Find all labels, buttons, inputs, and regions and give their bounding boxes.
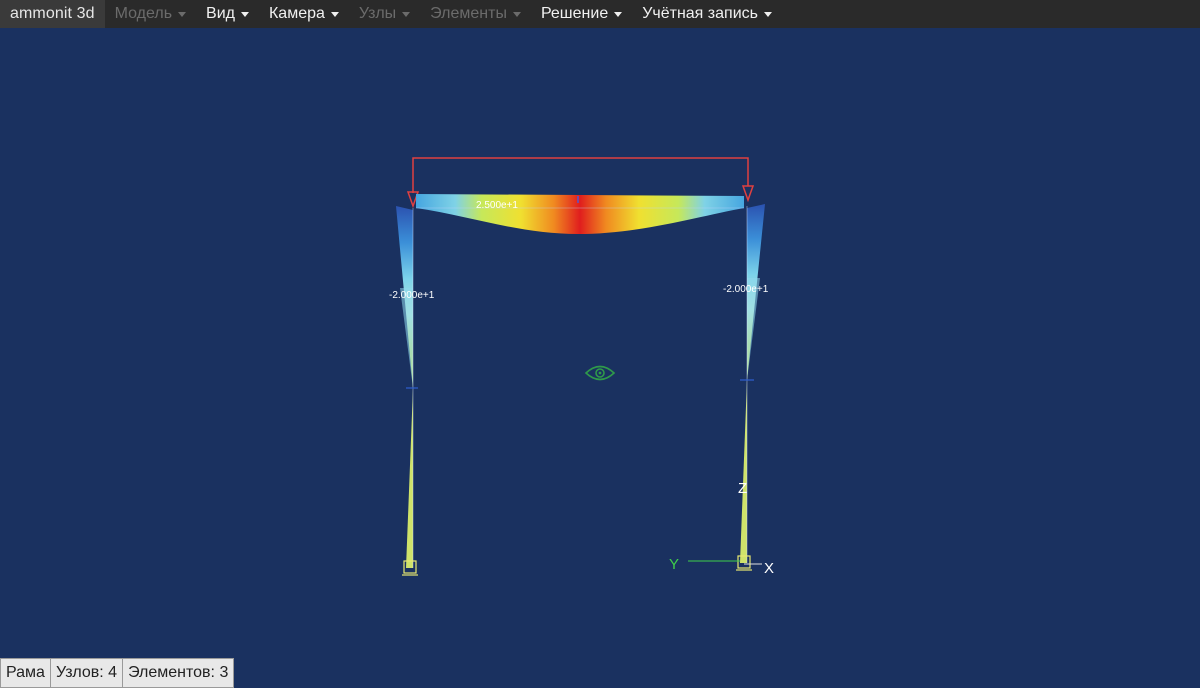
load-arrow-right-icon	[741, 185, 755, 203]
menu-account[interactable]: Учётная запись	[632, 0, 782, 28]
chevron-down-icon	[240, 11, 249, 17]
axis-y-label: Y	[669, 556, 679, 573]
chevron-down-icon	[402, 11, 411, 17]
status-elements-count: Элементов: 3	[122, 658, 235, 688]
left-column-value-label: -2.000e+1	[389, 290, 435, 301]
right-column-moment-diagram	[740, 204, 765, 563]
menu-nodes[interactable]: Узлы	[349, 0, 420, 28]
chevron-down-icon	[763, 11, 772, 17]
menu-camera-label: Камера	[268, 5, 325, 22]
right-column-value-label: -2.000e+1	[723, 284, 769, 295]
axis-x-label: X	[764, 560, 774, 577]
chevron-down-icon	[330, 11, 339, 17]
status-nodes-count: Узлов: 4	[49, 658, 123, 688]
eye-icon[interactable]	[584, 365, 616, 381]
status-model-name: Рама	[0, 658, 50, 688]
menu-solution-label: Решение	[540, 5, 609, 22]
left-column-moment-diagram	[396, 206, 418, 568]
menu-elements-label: Элементы	[430, 5, 507, 22]
status-bar: Рама Узлов: 4 Элементов: 3	[0, 658, 235, 688]
chevron-down-icon	[512, 11, 521, 17]
beam-moment-diagram	[416, 194, 744, 234]
menu-account-label: Учётная запись	[642, 5, 758, 22]
menu-model[interactable]: Модель	[105, 0, 196, 28]
menu-view[interactable]: Вид	[196, 0, 259, 28]
menu-nodes-label: Узлы	[358, 5, 397, 22]
menu-bar: ammonit 3d Модель Вид Камера Узлы Элемен…	[0, 0, 1200, 28]
chevron-down-icon	[178, 11, 187, 17]
axes-indicator: Y Z X	[669, 480, 774, 577]
app-logo[interactable]: ammonit 3d	[0, 0, 105, 28]
axis-z-label: Z	[738, 480, 747, 497]
chevron-down-icon	[614, 11, 623, 17]
menu-solution[interactable]: Решение	[531, 0, 632, 28]
menu-view-label: Вид	[206, 5, 235, 22]
beam-value-label: 2.500e+1	[476, 200, 518, 211]
menu-elements[interactable]: Элементы	[420, 0, 531, 28]
menu-model-label: Модель	[114, 5, 173, 22]
menu-camera[interactable]: Камера	[259, 0, 349, 28]
3d-viewport[interactable]: 2.500e+1 -2.000e+1 -2.000e+1 Y Z X	[0, 28, 1200, 660]
